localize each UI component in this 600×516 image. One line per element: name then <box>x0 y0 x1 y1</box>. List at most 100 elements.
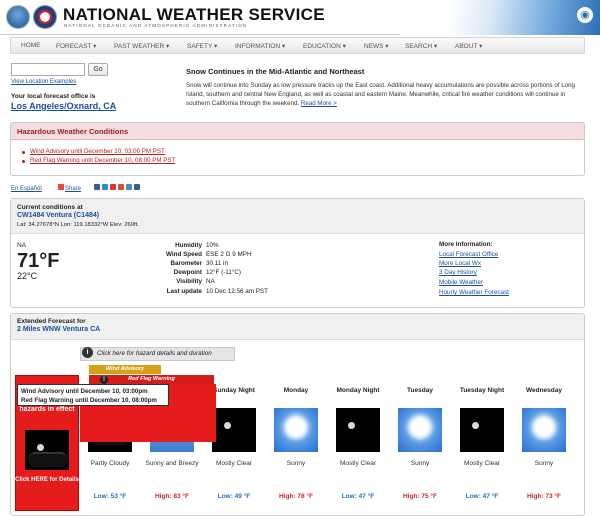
location-search-input[interactable] <box>11 63 85 76</box>
local-office-link[interactable]: Los Angeles/Oxnard, CA <box>11 101 116 111</box>
station-coordinates: Lat: 34.27678°N Lon: 119.18332°W Elev: 2… <box>17 222 139 228</box>
hazards-title: Hazardous Weather Conditions <box>17 127 129 136</box>
forecast-temp: High: 73 °F <box>526 493 562 500</box>
more-info-title: More Information: <box>439 241 493 248</box>
forecast-day-name: Monday Night <box>336 387 380 394</box>
hazard-details-bar[interactable]: Click here for hazard details and durati… <box>80 347 235 361</box>
espanol-link[interactable]: En Español <box>11 186 42 192</box>
visibility-value: NA <box>206 278 215 285</box>
more-link-mobile-weather[interactable]: Mobile Weather <box>439 279 483 286</box>
linkedin-icon[interactable] <box>126 184 132 190</box>
forecast-temp: High: 83 °F <box>154 493 190 500</box>
weather-ready-icon[interactable]: ◉ <box>577 7 593 23</box>
nav-news[interactable]: NEWS ▾ <box>364 42 389 50</box>
extended-forecast-label: Extended Forecast for <box>17 318 86 325</box>
share-label: Share <box>65 186 82 192</box>
sun-icon <box>412 419 428 435</box>
hazard-link-red-flag[interactable]: Red Flag Warning until December 10, 08:0… <box>30 157 175 164</box>
forecast-temp: High: 78 °F <box>278 493 314 500</box>
more-link-more-local-wx[interactable]: More Local Wx <box>439 260 481 267</box>
story-body: Snow will continue into Sunday as low pr… <box>186 81 586 108</box>
moon-icon <box>348 422 355 429</box>
site-subtitle: NATIONAL OCEANIC AND ATMOSPHERIC ADMINIS… <box>64 23 248 28</box>
dewpoint-value: 12°F (-11°C) <box>206 269 242 276</box>
clear-night-icon[interactable] <box>212 408 256 452</box>
sunny-icon[interactable] <box>398 408 442 452</box>
forecast-temp: Low: 49 °F <box>217 493 251 500</box>
forecast-description: Sunny <box>534 460 554 467</box>
header-wave-banner <box>400 0 600 35</box>
share-link[interactable]: Share <box>58 184 81 192</box>
forecast-description: Sunny <box>286 460 306 467</box>
forecast-day-name: Tuesday <box>407 387 433 394</box>
share-icon <box>58 184 64 190</box>
current-conditions-label: Current conditions at <box>17 204 83 211</box>
nav-home[interactable]: HOME <box>21 42 41 49</box>
sunny-icon[interactable] <box>522 408 566 452</box>
current-temp-c: 22°C <box>17 271 38 281</box>
view-location-examples-link[interactable]: View Location Examples <box>11 79 76 85</box>
nws-logo[interactable] <box>33 5 57 29</box>
station-link[interactable]: CW1484 Ventura (C1484) <box>17 212 99 219</box>
close-icon[interactable]: ! <box>100 376 108 384</box>
tooltip-wind-advisory: Wind Advisory until December 10, 03:00pm <box>21 388 148 395</box>
extended-forecast-location: 2 Miles WNW Ventura CA <box>17 326 101 333</box>
visibility-label: Visibility <box>176 278 202 285</box>
nav-safety[interactable]: SAFETY ▾ <box>187 42 217 50</box>
nav-past-weather[interactable]: PAST WEATHER ▾ <box>114 42 169 50</box>
story-text: Snow will continue into Sunday as low pr… <box>186 82 575 107</box>
forecast-day-name: Tuesday Night <box>459 387 505 394</box>
hazard-link-wind-advisory[interactable]: Wind Advisory until December 10, 03:00 P… <box>30 148 165 155</box>
hazards-in-effect-text: hazards in effect <box>19 406 75 413</box>
hazard-tooltip: Wind Advisory until December 10, 03:00pm… <box>17 384 169 406</box>
clear-night-icon[interactable] <box>336 408 380 452</box>
pinterest-icon[interactable] <box>110 184 116 190</box>
moon-icon <box>472 422 479 429</box>
current-temp-f: 71°F <box>17 250 60 272</box>
last-update-label: Last update <box>166 288 202 295</box>
nav-about[interactable]: ABOUT ▾ <box>455 42 482 50</box>
current-condition-text: NA <box>17 242 27 249</box>
story-headline: Snow Continues in the Mid-Atlantic and N… <box>186 67 365 76</box>
forecast-description: Mostly Clear <box>215 460 253 467</box>
forecast-day-name: Monday <box>283 387 309 394</box>
nav-forecast[interactable]: FORECAST ▾ <box>56 42 96 50</box>
nav-education[interactable]: EDUCATION ▾ <box>303 42 346 50</box>
more-link-hourly-forecast[interactable]: Hourly Weather Forecast <box>439 289 509 296</box>
hazard-item: Wind Advisory until December 10, 03:00 P… <box>30 148 165 155</box>
barometer-label: Barometer <box>170 260 203 267</box>
forecast-description: Sunny <box>410 460 430 467</box>
hazard-item: Red Flag Warning until December 10, 08:0… <box>30 157 175 164</box>
forecast-temp: High: 75 °F <box>402 493 438 500</box>
forecast-day-name: Wednesday <box>525 387 562 394</box>
sun-icon <box>536 419 552 435</box>
clear-night-icon[interactable] <box>460 408 504 452</box>
read-more-link[interactable]: Read More > <box>301 100 337 107</box>
info-icon: i <box>82 347 93 358</box>
humidity-label: Humidity <box>175 242 202 249</box>
sunny-icon[interactable] <box>274 408 318 452</box>
moon-icon <box>224 422 231 429</box>
bullet-icon <box>22 151 25 154</box>
nav-information[interactable]: INFORMATION ▾ <box>235 42 285 50</box>
more-link-3-day-history[interactable]: 3 Day History <box>439 269 477 276</box>
wind-advisory-flag[interactable]: Wind Advisory <box>89 365 161 374</box>
nav-search[interactable]: SEARCH ▾ <box>405 42 437 50</box>
noaa-logo[interactable] <box>6 5 30 29</box>
hazard-click-here-text[interactable]: Click HERE for Details <box>15 476 79 485</box>
twitter-icon[interactable] <box>102 184 108 190</box>
google-plus-icon[interactable] <box>118 184 124 190</box>
facebook-like-icon[interactable] <box>134 184 140 190</box>
sun-icon <box>288 419 304 435</box>
more-link-local-forecast-office[interactable]: Local Forecast Office <box>439 251 498 258</box>
moon-icon <box>37 444 44 451</box>
forecast-temp: Low: 47 °F <box>341 493 375 500</box>
site-title[interactable]: NATIONAL WEATHER SERVICE <box>63 5 325 25</box>
facebook-icon[interactable] <box>94 184 100 190</box>
cloud-icon <box>28 452 68 467</box>
forecast-description: Partly Cloudy <box>90 460 130 467</box>
forecast-description: Mostly Clear <box>339 460 377 467</box>
go-button[interactable]: Go <box>88 63 108 76</box>
forecast-temp: Low: 53 °F <box>93 493 127 500</box>
forecast-description: Mostly Clear <box>463 460 501 467</box>
